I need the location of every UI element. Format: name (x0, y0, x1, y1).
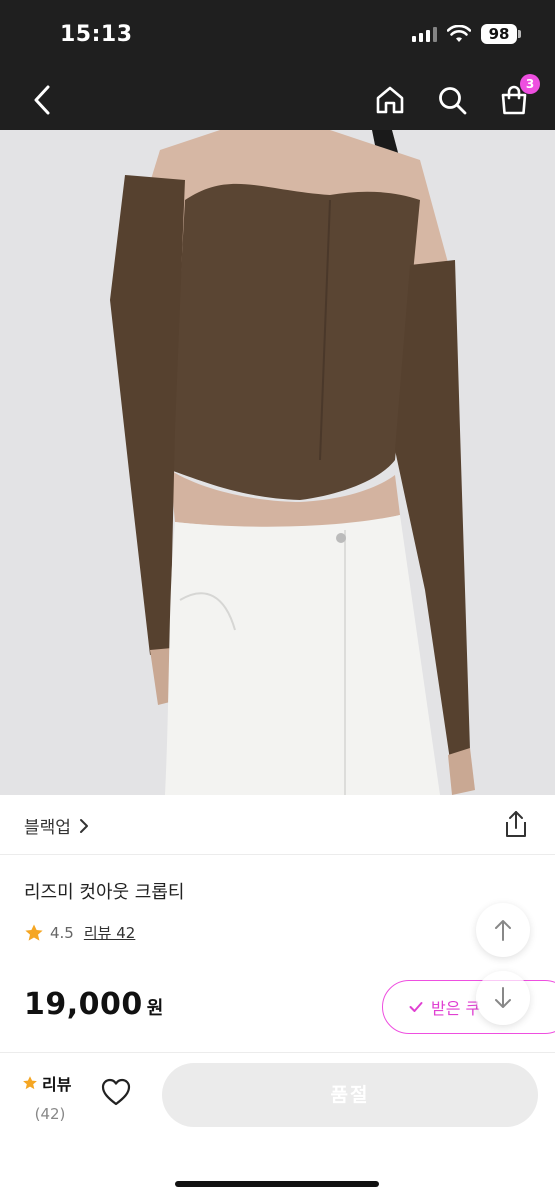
cellular-signal-icon (412, 26, 437, 42)
coupon-label: 받은 쿠 (431, 999, 481, 1018)
wishlist-button[interactable] (100, 1077, 132, 1111)
review-label: 리뷰 (42, 1075, 72, 1094)
rating-row: 4.5 리뷰 42 (24, 922, 135, 943)
heart-icon (101, 1078, 131, 1106)
review-count: (42) (34, 1105, 66, 1123)
soldout-button[interactable]: 품절 (162, 1063, 538, 1127)
share-button[interactable] (503, 809, 529, 843)
battery-indicator: 98 (481, 24, 521, 44)
star-icon (25, 924, 43, 941)
back-button[interactable] (22, 80, 62, 120)
bottom-action-bar: 리뷰 (42) 품절 (0, 1052, 555, 1200)
app-header: 15:13 98 3 (0, 0, 555, 130)
product-photo (0, 130, 555, 795)
home-indicator (175, 1181, 379, 1187)
price: 19,000 원 (24, 987, 163, 1022)
brand-link[interactable]: 블랙업 (24, 813, 89, 838)
cart-button[interactable]: 3 (494, 74, 540, 120)
review-count-link[interactable]: 리뷰 42 (84, 922, 135, 943)
product-image[interactable] (0, 130, 555, 795)
search-button[interactable] (432, 80, 472, 120)
status-icons: 98 (412, 24, 521, 44)
review-summary-button[interactable]: 리뷰 (42) (22, 1071, 78, 1123)
arrow-down-icon (495, 987, 511, 1008)
price-value: 19,000 (24, 987, 143, 1022)
home-button[interactable] (370, 80, 410, 120)
check-icon (409, 1002, 423, 1012)
home-icon (376, 86, 404, 114)
star-icon (23, 1076, 37, 1090)
price-currency: 원 (146, 998, 164, 1019)
scroll-top-button[interactable] (476, 903, 530, 957)
brand-row: 블랙업 (0, 795, 555, 855)
scroll-bottom-button[interactable] (476, 971, 530, 1025)
rating-score: 4.5 (50, 923, 74, 942)
chevron-right-icon (79, 818, 88, 833)
status-time: 15:13 (60, 22, 133, 47)
share-icon (506, 811, 526, 837)
search-icon (439, 87, 467, 115)
product-title: 리즈미 컷아웃 크롭티 (24, 882, 185, 903)
arrow-up-icon (495, 920, 511, 941)
coupon-button[interactable]: 받은 쿠 (382, 980, 555, 1034)
chevron-left-icon (34, 85, 50, 115)
brand-name: 블랙업 (24, 818, 71, 838)
wifi-icon (447, 25, 471, 42)
cart-count-badge: 3 (520, 74, 540, 94)
